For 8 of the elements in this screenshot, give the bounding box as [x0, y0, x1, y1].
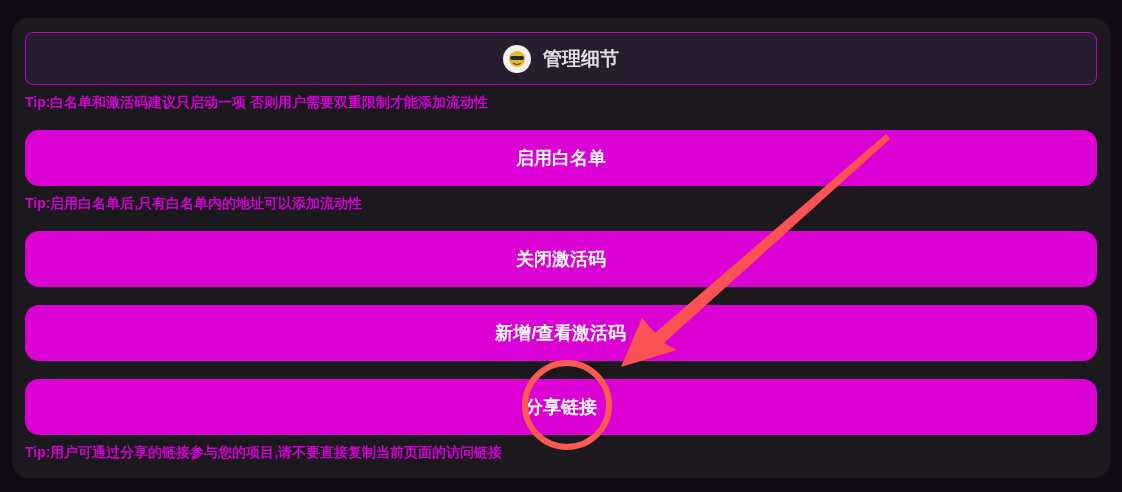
- tip-text: Tip:白名单和激活码建议只启动一项 否则用户需要双重限制才能添加流动性: [25, 93, 490, 112]
- action-button[interactable]: 启用白名单: [25, 130, 1097, 186]
- tip-text: Tip:用户可通过分享的链接参与您的项目,请不要直接复制当前页面的访问链接: [25, 443, 504, 462]
- action-button[interactable]: 关闭激活码: [25, 231, 1097, 287]
- action-button[interactable]: 新增/查看激活码: [25, 305, 1097, 361]
- tip-text: Tip:启用白名单后,只有白名单内的地址可以添加流动性: [25, 194, 364, 213]
- emoji-icon: [503, 44, 531, 73]
- header-title: 管理细节: [543, 46, 619, 71]
